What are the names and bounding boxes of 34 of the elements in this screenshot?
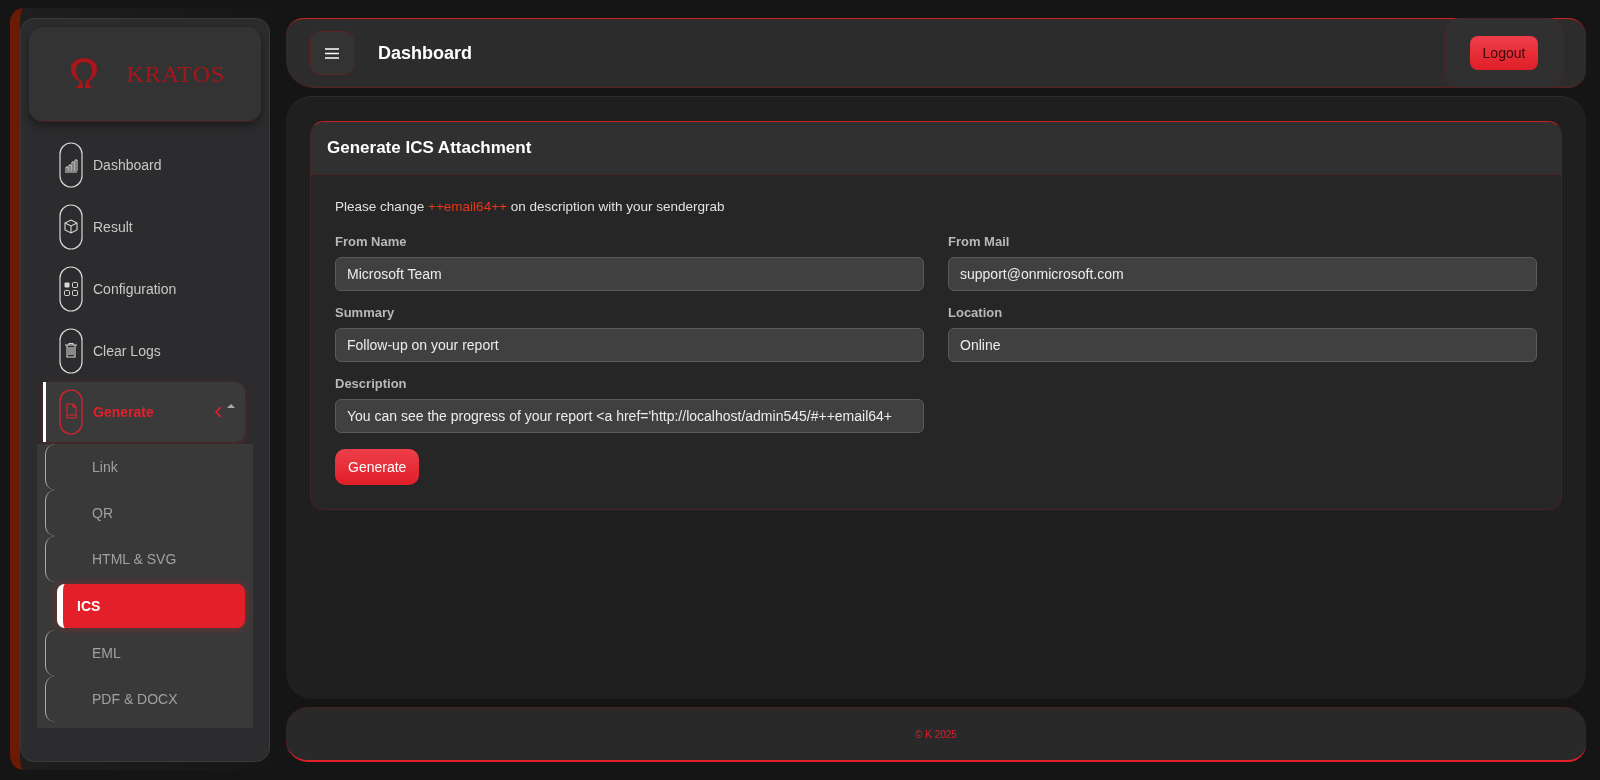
- bar-chart-icon: [59, 142, 83, 188]
- submenu-item[interactable]: ICS: [57, 584, 245, 628]
- sidebar-item[interactable]: Configuration: [29, 258, 261, 320]
- field-label: Location: [948, 305, 1004, 320]
- submenu-item[interactable]: PDF & DOCX: [45, 676, 245, 722]
- page-title: Dashboard: [378, 42, 474, 64]
- input-field[interactable]: Microsoft Team: [335, 257, 924, 291]
- generate-button[interactable]: Generate: [335, 449, 420, 485]
- logout-button[interactable]: Logout: [1469, 36, 1539, 70]
- input-field[interactable]: Online: [948, 328, 1537, 362]
- input-field[interactable]: support@onmicrosoft.com: [948, 257, 1537, 291]
- field-label: From Mail: [948, 234, 1011, 249]
- input-field[interactable]: Follow-up on your report: [335, 328, 924, 362]
- card-title: Generate ICS Attachment: [311, 122, 1561, 175]
- sidebar-item[interactable]: Result: [29, 196, 261, 258]
- logo-text: KRATOS: [126, 60, 226, 88]
- copyright-text: © K 2025: [915, 728, 957, 740]
- instruction-text: Please change ++email64++ on description with your sendergrab: [335, 199, 726, 214]
- grid-icon: [59, 266, 83, 312]
- field-label: Summary: [335, 305, 396, 320]
- sidebar-item[interactable]: Dashboard: [29, 134, 261, 196]
- submenu-item[interactable]: EML: [45, 630, 245, 676]
- menu-icon: [325, 47, 339, 59]
- input-field[interactable]: You can see the progress of your report <a href='http://localhost/admin545/#++email64+: [335, 399, 924, 433]
- cube-icon: [59, 204, 83, 250]
- submenu-item[interactable]: Link: [45, 444, 245, 490]
- field-label: Description: [335, 376, 408, 391]
- submenu-item[interactable]: HTML & SVG: [45, 536, 245, 582]
- menu-button[interactable]: [310, 31, 354, 75]
- sidebar-item[interactable]: Clear Logs: [29, 320, 261, 382]
- field-label: From Name: [335, 234, 408, 249]
- submenu-item[interactable]: QR: [45, 490, 245, 536]
- document-icon: [59, 389, 83, 435]
- trash-icon: [59, 328, 83, 374]
